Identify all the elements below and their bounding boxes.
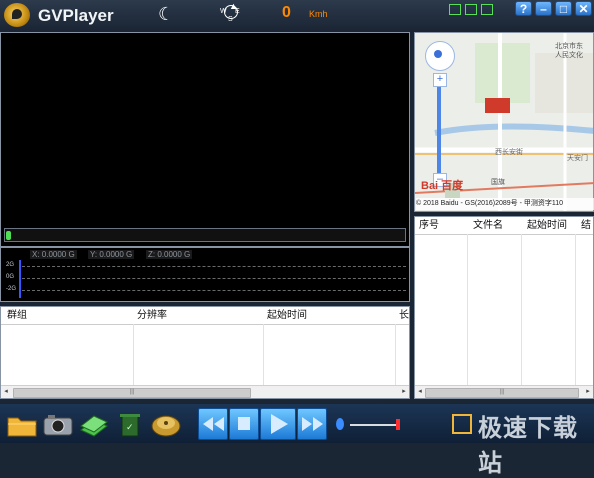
help-button[interactable]: ? [515, 1, 532, 16]
compass-icon: W E S ▲ [220, 1, 240, 23]
record-icon[interactable] [452, 414, 472, 434]
playback-progress-bar[interactable] [4, 228, 406, 242]
scroll-left-icon[interactable]: ◂ [416, 388, 424, 396]
column-header[interactable]: 起始时间 [527, 217, 567, 234]
scroll-right-icon[interactable]: ▸ [584, 388, 592, 396]
map-label: 天安门 [567, 155, 588, 162]
gsensor-y-value: Y: 0.0000 G [88, 250, 135, 259]
delete-button[interactable]: ✓ [114, 410, 146, 438]
settings-button[interactable] [150, 410, 182, 438]
gsensor-z-value: Z: 0.0000 G [146, 250, 193, 259]
fast-forward-button[interactable] [297, 408, 327, 440]
column-header[interactable]: 长 [399, 307, 409, 324]
scroll-thumb[interactable]: ||| [425, 388, 579, 398]
stop-icon [238, 417, 250, 430]
play-icon [271, 414, 288, 434]
map-zoom-in-button[interactable]: + [433, 73, 447, 87]
scroll-left-icon[interactable]: ◂ [2, 388, 10, 396]
column-header[interactable]: 分辨率 [137, 307, 167, 324]
horizontal-scrollbar[interactable]: ◂ ||| ▸ [1, 385, 409, 398]
rewind-button[interactable] [198, 408, 228, 440]
column-header[interactable]: 起始时间 [267, 307, 307, 324]
play-button[interactable] [260, 408, 296, 440]
snapshot-button[interactable] [42, 410, 74, 438]
gsensor-gridline [22, 278, 406, 279]
progress-slider-knob[interactable] [6, 231, 11, 240]
horizontal-scrollbar[interactable]: ◂ ||| ▸ [415, 385, 593, 398]
baidu-logo: Bai 百度 [421, 180, 464, 192]
map-view[interactable]: + – 北京市东 人民文化 西长安街 天安门 国旗 Bai 百度 [414, 32, 594, 212]
video-display[interactable] [0, 32, 410, 247]
gsensor-tick-top: 2G [6, 262, 15, 268]
gsensor-tick-bottom: -2G [6, 286, 17, 292]
volume-icon[interactable] [336, 418, 344, 430]
night-mode-icon[interactable]: ☾ [158, 4, 174, 25]
map-label: 国旗 [491, 179, 505, 186]
folder-icon [7, 417, 37, 437]
gsensor-x-value: X: 0.0000 G [30, 250, 77, 259]
scroll-thumb[interactable]: ||| [13, 388, 251, 398]
fast-forward-icon [302, 417, 323, 431]
close-button[interactable]: ✕ [575, 1, 592, 16]
app-title: GVPlayer [38, 6, 114, 25]
open-folder-button[interactable] [6, 410, 38, 438]
svg-text:✓: ✓ [126, 422, 134, 432]
camera-icon [43, 415, 73, 436]
gsensor-tick-mid: 0G [6, 274, 15, 280]
column-header[interactable]: 文件名 [473, 217, 503, 234]
scroll-right-icon[interactable]: ▸ [400, 388, 408, 396]
record-list-table[interactable]: 群组 分辨率 起始时间 长 ◂ ||| ▸ [0, 306, 410, 399]
export-button[interactable] [78, 410, 110, 438]
watermark: 极速下载站 [478, 415, 578, 477]
maximize-button[interactable]: □ [555, 1, 572, 16]
file-list-table[interactable]: 序号 文件名 起始时间 结 ◂ ||| ▸ [414, 216, 594, 399]
speed-value: 0 [282, 4, 291, 21]
layout-toggle-icons[interactable] [449, 4, 495, 20]
export-icon [80, 415, 108, 437]
map-label: 人民文化 [555, 52, 583, 59]
map-pan-center-icon [434, 50, 442, 58]
gsensor-gridline [22, 290, 406, 291]
file-list-header: 序号 文件名 起始时间 结 [415, 217, 593, 235]
rewind-icon [203, 417, 224, 431]
trash-icon: ✓ [120, 414, 140, 437]
stop-button[interactable] [229, 408, 259, 440]
column-header[interactable]: 结 [581, 217, 591, 234]
map-label: 西长安街 [495, 149, 523, 156]
app-logo-icon [4, 3, 30, 27]
column-header[interactable]: 群组 [7, 307, 27, 324]
gsensor-gridline [22, 266, 406, 267]
map-copyright: © 2018 Baidu - GS(2016)2089号 - 甲测资字110 [416, 198, 594, 210]
speed-unit: Kmh [309, 9, 328, 19]
gsensor-cursor [19, 260, 21, 298]
disc-icon [151, 415, 181, 437]
minimize-button[interactable]: – [535, 1, 552, 16]
volume-slider[interactable] [350, 424, 400, 426]
record-list-header: 群组 分辨率 起始时间 长 [1, 307, 409, 325]
column-header[interactable]: 序号 [419, 217, 439, 234]
map-zoom-slider[interactable] [437, 87, 441, 177]
volume-slider-knob[interactable] [396, 419, 400, 430]
